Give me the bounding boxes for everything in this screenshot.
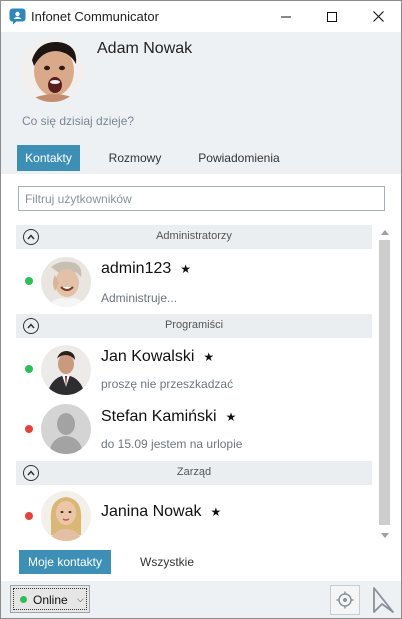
tab-conversations[interactable]: Rozmowy xyxy=(101,145,169,171)
contact-item[interactable]: Janina Nowak ★ xyxy=(16,487,372,543)
group-title: Zarząd xyxy=(176,466,212,478)
minimize-button[interactable] xyxy=(263,1,309,32)
contact-description: do 15.09 jestem na urlopie xyxy=(101,437,243,451)
contact-description: proszę nie przeszkadzać xyxy=(101,377,234,391)
tab-all-contacts[interactable]: Wszystkie xyxy=(131,550,203,574)
contact-item[interactable]: Stefan Kamiński ★ do 15.09 jestem na urlo… xyxy=(16,400,372,460)
app-logo-icon xyxy=(9,8,26,25)
contact-name: Stefan Kamiński ★ xyxy=(101,408,237,425)
photo-woman-blonde-icon xyxy=(41,491,91,541)
app-window: Infonet Communicator Adam Nowak Co się d… xyxy=(0,0,402,619)
contact-item[interactable]: Jan Kowalski ★ proszę nie przeszkadzać xyxy=(16,340,372,400)
scroll-down-button[interactable] xyxy=(377,528,392,543)
contact-avatar xyxy=(41,404,91,454)
scroll-down-arrow-icon xyxy=(380,533,389,538)
window-title: Infonet Communicator xyxy=(31,9,159,24)
scrollbar[interactable] xyxy=(377,225,392,543)
close-icon xyxy=(372,11,384,22)
scrollbar-thumb[interactable] xyxy=(379,240,390,525)
profile-name: Adam Nowak xyxy=(97,40,193,57)
contact-description: Administruje... xyxy=(101,291,178,305)
send-button[interactable] xyxy=(368,584,398,616)
profile-avatar[interactable] xyxy=(20,38,84,102)
profile-header: Adam Nowak Co się dzisiaj dzieje? Kontak… xyxy=(1,32,401,174)
group-header-management[interactable]: Zarząd xyxy=(16,461,372,485)
minimize-icon xyxy=(281,16,291,17)
contact-item[interactable]: admin123 ★ Administruje... xyxy=(16,253,372,313)
status-away-indicator xyxy=(25,425,33,433)
profile-photo-icon xyxy=(20,38,84,102)
close-button[interactable] xyxy=(355,1,401,32)
presence-status-label: Online xyxy=(33,593,68,607)
scroll-up-button[interactable] xyxy=(377,225,392,240)
group-header-administrators[interactable]: Administratorzy xyxy=(16,225,372,249)
group-header-developers[interactable]: Programiści xyxy=(16,314,372,338)
contact-name: Janina Nowak ★ xyxy=(101,503,222,520)
photo-man-laughing-icon xyxy=(41,257,91,307)
contact-avatar xyxy=(41,257,91,307)
maximize-icon xyxy=(327,11,337,22)
status-online-indicator xyxy=(25,277,33,285)
title-bar[interactable]: Infonet Communicator xyxy=(1,1,401,32)
tab-my-contacts[interactable]: Moje kontakty xyxy=(19,550,111,574)
presence-status-dropdown[interactable]: Online ⌵ xyxy=(10,585,90,613)
favorite-star-icon[interactable]: ★ xyxy=(203,350,214,364)
contact-avatar xyxy=(41,345,91,395)
send-arrow-icon xyxy=(373,587,394,613)
contact-name: Jan Kowalski ★ xyxy=(101,348,215,365)
status-bar: Online ⌵ xyxy=(1,581,401,618)
contact-avatar xyxy=(41,491,91,541)
favorite-star-icon[interactable]: ★ xyxy=(211,505,222,519)
favorite-star-icon[interactable]: ★ xyxy=(226,410,237,424)
default-avatar-icon xyxy=(41,404,91,454)
status-away-indicator xyxy=(25,512,33,520)
profile-status-message[interactable]: Co się dzisiaj dzieje? xyxy=(22,114,134,128)
maximize-button[interactable] xyxy=(309,1,355,32)
contact-list: Administratorzy admin123 ★ Administruje..… xyxy=(16,225,372,543)
gear-icon xyxy=(336,591,354,609)
chevron-down-icon: ⌵ xyxy=(77,594,84,604)
status-online-indicator xyxy=(25,365,33,373)
tab-notifications[interactable]: Powiadomienia xyxy=(191,145,287,171)
tab-contacts[interactable]: Kontakty xyxy=(17,145,80,171)
settings-button[interactable] xyxy=(330,585,360,615)
group-title: Administratorzy xyxy=(156,230,232,242)
filter-users-input[interactable] xyxy=(18,186,385,211)
favorite-star-icon[interactable]: ★ xyxy=(180,262,191,276)
status-online-indicator xyxy=(20,596,27,603)
group-title: Programiści xyxy=(164,319,224,331)
contact-name: admin123 ★ xyxy=(101,260,192,277)
photo-man-suit-icon xyxy=(41,345,91,395)
scroll-up-arrow-icon xyxy=(380,230,389,235)
